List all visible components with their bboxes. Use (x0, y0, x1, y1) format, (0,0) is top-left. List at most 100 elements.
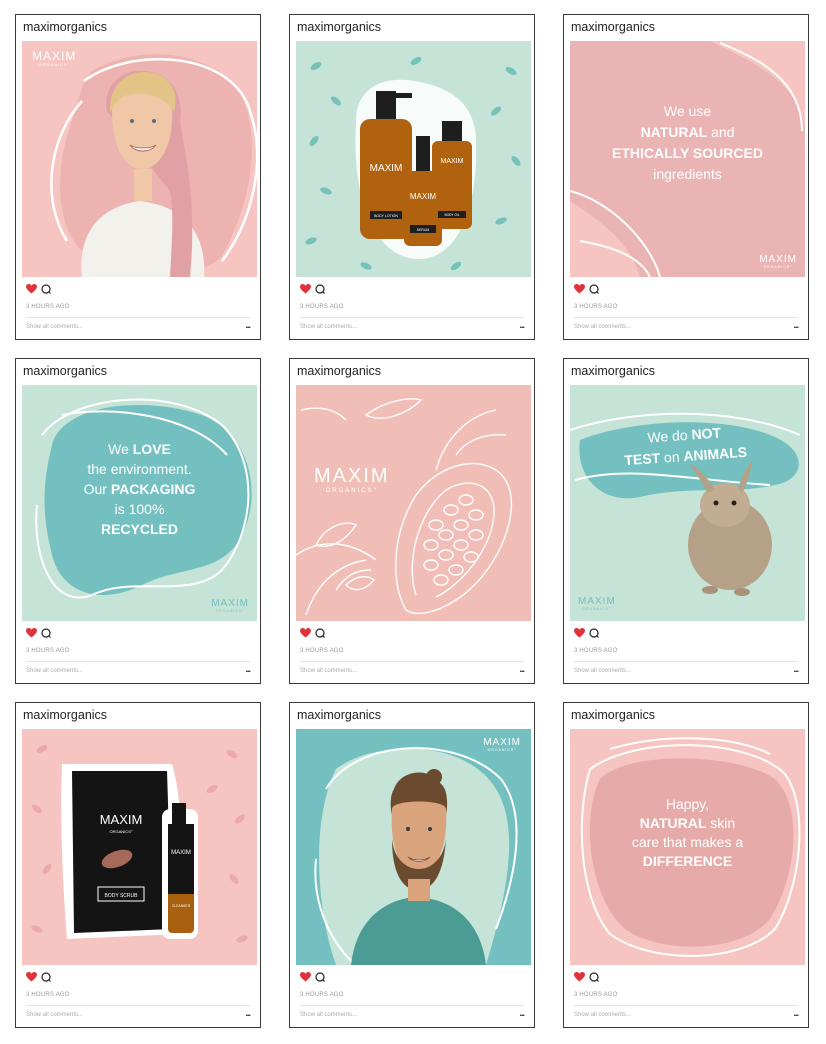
post-card: maximorganics MAXIM ORGANICS° (15, 702, 261, 1028)
post-username[interactable]: maximorganics (571, 708, 655, 722)
pouch-brand: MAXIM (100, 812, 143, 827)
show-comments-link[interactable]: Show all comments... (300, 668, 357, 674)
show-comments-link[interactable]: Show all comments... (574, 1012, 631, 1018)
post-timestamp: 3 HOURS AGO (574, 304, 618, 310)
post-card: maximorganics MAXIM ORGANICS° 3 HOURS AG… (15, 14, 261, 340)
show-comments-link[interactable]: Show all comments... (300, 324, 357, 330)
post-timestamp: 3 HOURS AGO (574, 992, 618, 998)
comment-icon[interactable] (315, 628, 325, 638)
post-card: maximorganics MAXIM MAXIM MAXIM BODY LOT… (289, 14, 535, 340)
more-options-button[interactable]: ... (793, 664, 798, 674)
divider (574, 317, 798, 318)
post-card: maximorganics We do NOT TEST on ANIMALS … (563, 358, 809, 684)
like-icon[interactable] (26, 284, 37, 294)
like-icon[interactable] (300, 972, 311, 982)
comment-icon[interactable] (589, 284, 599, 294)
pouch-brand-sub: ORGANICS° (110, 829, 133, 834)
label-cleanser: CLEANSER (172, 904, 191, 908)
post-timestamp: 3 HOURS AGO (26, 648, 70, 654)
show-comments-link[interactable]: Show all comments... (26, 324, 83, 330)
more-options-button[interactable]: ... (245, 664, 250, 674)
post-username[interactable]: maximorganics (23, 364, 107, 378)
post-card: maximorganics MAXIM ORGANICS° (289, 358, 535, 684)
brand-logo: MAXIM ORGANICS° (32, 49, 77, 67)
comment-icon[interactable] (41, 628, 51, 638)
post-card: maximorganics We use NATURAL and ETHICAL… (563, 14, 809, 340)
comment-icon[interactable] (589, 628, 599, 638)
post-image[interactable]: MAXIM ORGANICS° (22, 41, 257, 277)
more-options-button[interactable]: ... (245, 1008, 250, 1018)
bottle-brand: MAXIM (370, 163, 403, 174)
more-options-button[interactable]: ... (519, 320, 524, 330)
divider (300, 661, 524, 662)
post-image[interactable]: We LOVE the environment. Our PACKAGING i… (22, 385, 257, 621)
post-card: maximorganics MAXIM ORGANICS° 3 HOURS AG… (289, 702, 535, 1028)
more-options-button[interactable]: ... (793, 320, 798, 330)
bottle-brand: MAXIM (171, 850, 191, 856)
post-username[interactable]: maximorganics (23, 20, 107, 34)
comment-icon[interactable] (589, 972, 599, 982)
like-icon[interactable] (574, 628, 585, 638)
like-icon[interactable] (300, 628, 311, 638)
brand-logo: MAXIM ORGANICS° (314, 465, 390, 494)
post-image[interactable]: MAXIM ORGANICS° MAXIM BODY SCRUB CLEANSE… (22, 729, 257, 965)
post-username[interactable]: maximorganics (571, 20, 655, 34)
post-username[interactable]: maximorganics (571, 364, 655, 378)
like-icon[interactable] (574, 972, 585, 982)
label-serum: SERUM (417, 228, 430, 232)
like-icon[interactable] (26, 972, 37, 982)
post-timestamp: 3 HOURS AGO (300, 992, 344, 998)
comment-icon[interactable] (315, 972, 325, 982)
like-icon[interactable] (300, 284, 311, 294)
brand-logo: MAXIM ORGANICS° (578, 596, 616, 611)
more-options-button[interactable]: ... (519, 664, 524, 674)
post-username[interactable]: maximorganics (297, 364, 381, 378)
post-image[interactable]: MAXIM MAXIM MAXIM BODY LOTION SERUM BODY… (296, 41, 531, 277)
show-comments-link[interactable]: Show all comments... (26, 668, 83, 674)
show-comments-link[interactable]: Show all comments... (26, 1012, 83, 1018)
post-image[interactable]: MAXIM ORGANICS° (296, 385, 531, 621)
more-options-button[interactable]: ... (245, 320, 250, 330)
label-body-oil: BODY OIL (445, 213, 460, 217)
post-image[interactable]: Happy, NATURAL skin care that makes a DI… (570, 729, 805, 965)
divider (26, 661, 250, 662)
like-icon[interactable] (574, 284, 585, 294)
bottle-brand: MAXIM (410, 192, 437, 201)
show-comments-link[interactable]: Show all comments... (300, 1012, 357, 1018)
post-message: We LOVE the environment. Our PACKAGING i… (83, 441, 196, 537)
post-username[interactable]: maximorganics (297, 708, 381, 722)
brand-logo: MAXIM ORGANICS° (759, 254, 797, 269)
more-options-button[interactable]: ... (519, 1008, 524, 1018)
post-card: maximorganics We LOVE the environment. O… (15, 358, 261, 684)
post-card: maximorganics Happy, NATURAL skin care t… (563, 702, 809, 1028)
label-body-lotion: BODY LOTION (374, 214, 398, 218)
comment-icon[interactable] (41, 972, 51, 982)
divider (26, 317, 250, 318)
post-image[interactable]: We use NATURAL and ETHICALLY SOURCED ing… (570, 41, 805, 277)
post-message: We use NATURAL and ETHICALLY SOURCED ing… (612, 103, 763, 182)
divider (300, 1005, 524, 1006)
label-body-scrub: BODY SCRUB (105, 893, 139, 899)
post-timestamp: 3 HOURS AGO (26, 304, 70, 310)
divider (574, 1005, 798, 1006)
post-image[interactable]: We do NOT TEST on ANIMALS MAXIM ORGANICS… (570, 385, 805, 621)
post-message: Happy, NATURAL skin care that makes a DI… (631, 796, 744, 869)
divider (574, 661, 798, 662)
like-icon[interactable] (26, 628, 37, 638)
post-timestamp: 3 HOURS AGO (26, 992, 70, 998)
post-image[interactable]: MAXIM ORGANICS° (296, 729, 531, 965)
comment-icon[interactable] (315, 284, 325, 294)
post-username[interactable]: maximorganics (297, 20, 381, 34)
post-timestamp: 3 HOURS AGO (300, 648, 344, 654)
divider (300, 317, 524, 318)
show-comments-link[interactable]: Show all comments... (574, 324, 631, 330)
brand-logo: MAXIM ORGANICS° (211, 598, 249, 613)
post-timestamp: 3 HOURS AGO (300, 304, 344, 310)
post-timestamp: 3 HOURS AGO (574, 648, 618, 654)
bottle-brand: MAXIM (441, 158, 464, 165)
comment-icon[interactable] (41, 284, 51, 294)
post-username[interactable]: maximorganics (23, 708, 107, 722)
divider (26, 1005, 250, 1006)
show-comments-link[interactable]: Show all comments... (574, 668, 631, 674)
more-options-button[interactable]: ... (793, 1008, 798, 1018)
